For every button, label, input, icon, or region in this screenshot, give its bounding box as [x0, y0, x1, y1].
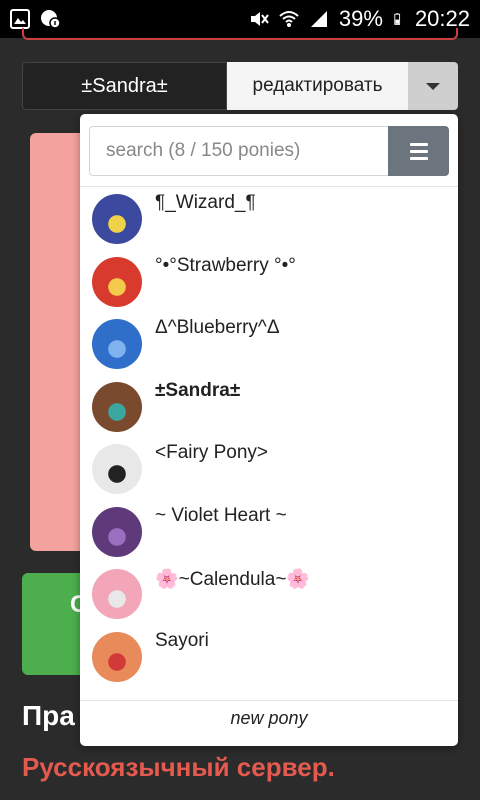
- pony-name: <Fairy Pony>: [155, 442, 268, 463]
- battery-icon: [394, 13, 400, 25]
- pony-list: ¶_Wizard_¶ °•°Strawberry °•° Δ^Blueberry…: [80, 190, 458, 690]
- pony-name: 🌸~Calendula~🌸: [155, 569, 311, 590]
- pony-list-item[interactable]: 🌸~Calendula~🌸: [80, 565, 458, 628]
- pony-list-item[interactable]: <Fairy Pony>: [80, 440, 458, 503]
- pony-name: ¶_Wizard_¶: [155, 192, 256, 213]
- divider: [80, 700, 458, 701]
- pony-avatar: [92, 319, 142, 369]
- pony-dropdown-menu: ¶_Wizard_¶ °•°Strawberry °•° Δ^Blueberry…: [80, 114, 458, 746]
- pony-search-input[interactable]: [89, 126, 388, 176]
- edit-pony-button[interactable]: редактировать: [227, 62, 408, 110]
- wifi-icon: [279, 11, 299, 27]
- pony-dropdown-toggle[interactable]: [408, 62, 458, 110]
- divider: [80, 186, 458, 187]
- server-notice: Русскоязычный сервер.: [22, 752, 335, 782]
- chat-info-icon: [41, 10, 60, 29]
- pony-avatar: [92, 506, 142, 557]
- pony-search-row: [89, 126, 449, 176]
- pony-list-item[interactable]: ±Sandra±: [80, 378, 458, 441]
- pony-name: ±Sandra±: [155, 379, 241, 401]
- image-icon: [10, 9, 30, 29]
- caret-down-icon: [426, 82, 440, 90]
- signal-icon: [310, 11, 327, 27]
- pony-avatar: [92, 631, 142, 682]
- pony-name: Δ^Blueberry^Δ: [155, 317, 280, 338]
- pony-list-item[interactable]: °•°Strawberry °•°: [80, 253, 458, 316]
- current-pony-button[interactable]: ±Sandra±: [22, 62, 227, 110]
- pony-list-item[interactable]: ¶_Wizard_¶: [80, 190, 458, 253]
- pony-list-item[interactable]: Sayori: [80, 628, 458, 691]
- pony-avatar: [92, 444, 142, 494]
- pony-avatar: [92, 381, 142, 432]
- pony-name: ~ Violet Heart ~: [155, 504, 287, 526]
- new-pony-button[interactable]: new pony: [80, 708, 458, 729]
- top-panel-edge: [22, 28, 458, 40]
- pony-name: Sayori: [155, 629, 209, 651]
- hamburger-icon[interactable]: [388, 126, 449, 176]
- mute-icon: [250, 12, 269, 26]
- rules-heading: Пра: [22, 700, 75, 731]
- pony-avatar: [92, 194, 142, 244]
- pony-avatar: [92, 569, 142, 619]
- pony-selector: ±Sandra± редактировать: [22, 62, 458, 110]
- pony-avatar: [92, 256, 142, 307]
- pony-list-item[interactable]: ~ Violet Heart ~: [80, 503, 458, 566]
- pony-list-item[interactable]: Δ^Blueberry^Δ: [80, 315, 458, 378]
- pony-name: °•°Strawberry °•°: [155, 254, 296, 276]
